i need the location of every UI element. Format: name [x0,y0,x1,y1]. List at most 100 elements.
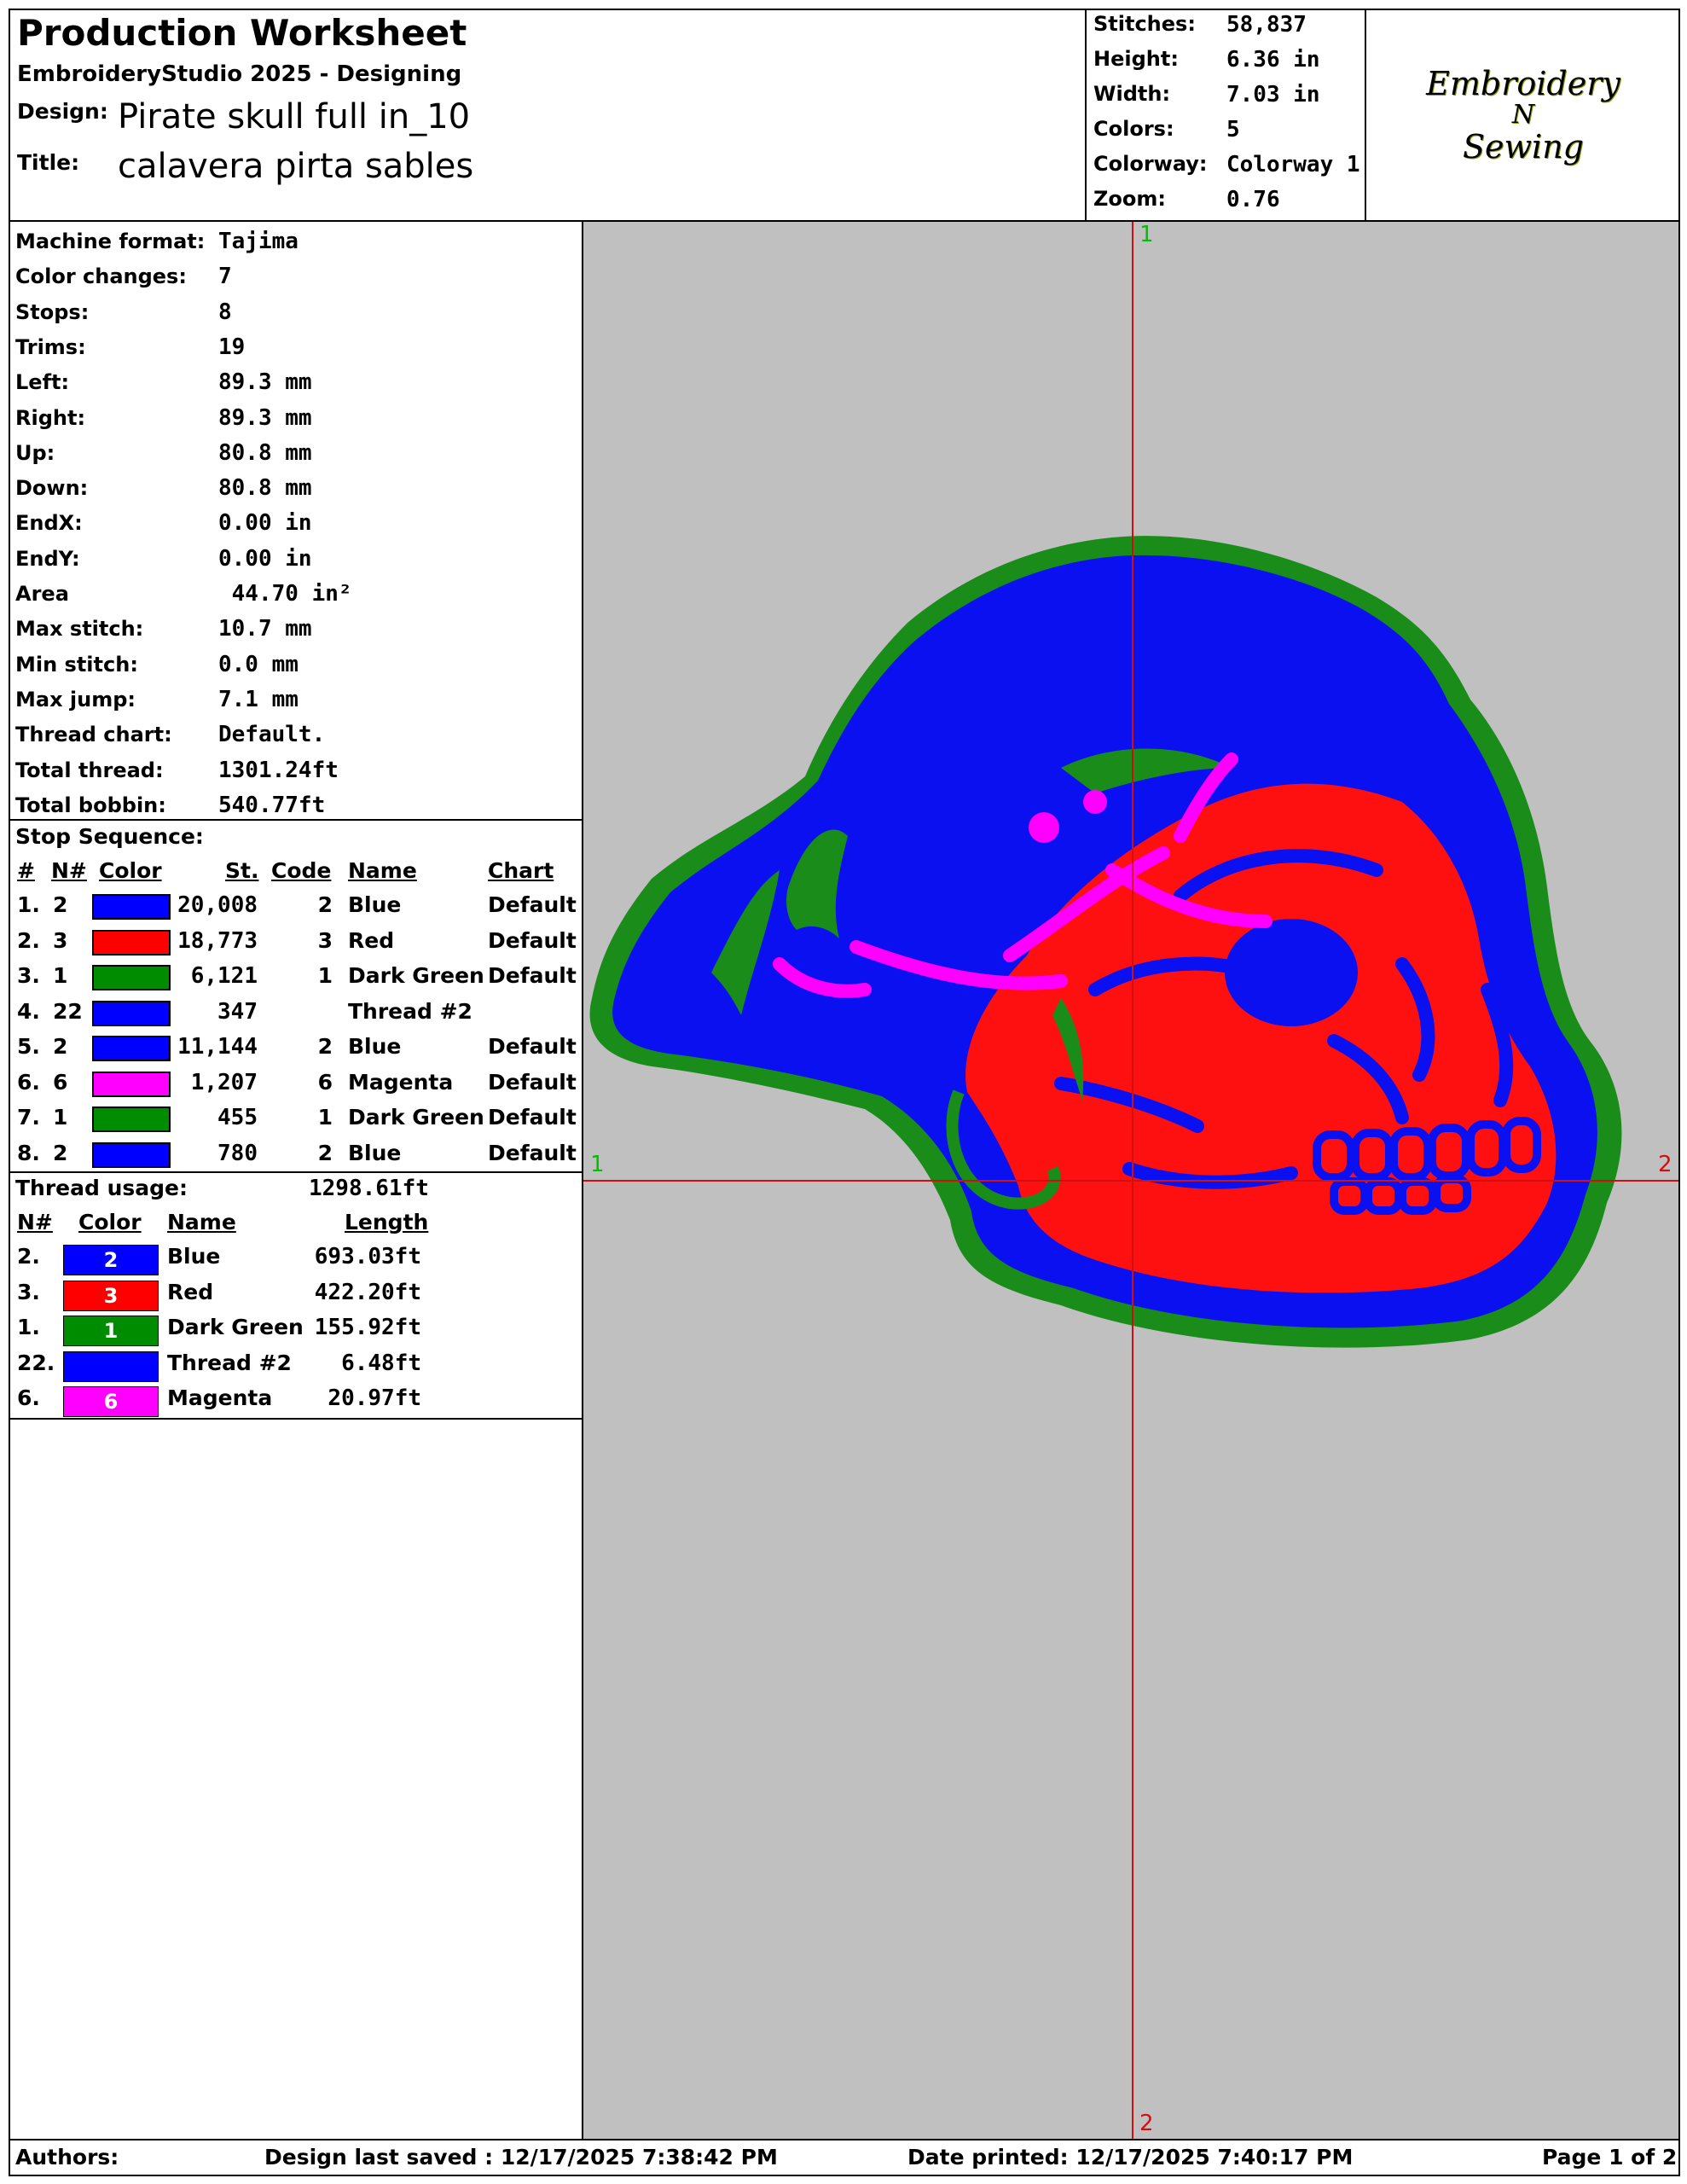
stop-stitches: 18,773 [177,927,258,954]
detail-row: EndX: 0.00 in [15,506,312,540]
usage-header-length: Length [345,1210,429,1234]
stop-stitches: 20,008 [177,892,258,918]
summary-label: Zoom: [1093,187,1166,211]
stop-num: 6. [17,1069,40,1095]
stop-color-swatch [92,1141,171,1168]
detail-value: 10.7 mm [218,616,312,642]
stop-header-st: St. [225,858,259,883]
software-name: EmbroideryStudio 2025 - Designing [17,61,462,87]
usage-thread-name: Magenta [167,1385,273,1410]
page-number: Page 1 of 2 [1542,2145,1678,2169]
design-title: calavera pirta sables [118,147,474,186]
stop-code: 2 [317,1034,333,1059]
usage-needle: 3. [17,1279,40,1304]
stop-color-swatch [92,1000,171,1026]
stop-code: 3 [317,927,333,953]
detail-row: Up: 80.8 mm [15,436,312,470]
summary-label: Colors: [1093,117,1174,141]
axis-marker-right: 2 [1658,1152,1673,1177]
detail-label: Total bobbin: [15,793,166,817]
stop-chart: Default [488,1034,577,1059]
stop-needle: 1 [53,963,68,988]
stop-num: 2. [17,927,40,953]
stop-stitches: 1,207 [190,1069,258,1095]
stop-thread-name: Thread #2 [348,998,472,1024]
detail-value: Tajima [218,229,299,254]
stop-num: 8. [17,1140,40,1165]
stop-num: 1. [17,892,40,917]
stop-thread-name: Blue [348,1140,402,1165]
detail-label: Min stitch: [15,652,138,677]
detail-row: Left: 89.3 mm [15,365,312,399]
stop-header-code: Code [271,858,332,883]
usage-header-color: Color [78,1210,142,1234]
stop-code: 6 [317,1069,333,1095]
logo-line-3: Sewing [1463,128,1584,166]
detail-row: Total bobbin: 540.77ft [15,788,325,822]
detail-row: Machine format: Tajima [15,224,299,258]
detail-row: Max stitch: 10.7 mm [15,612,312,646]
design-preview: 1 1 2 2 [582,220,1680,2140]
detail-label: Total thread: [15,758,164,782]
summary-label: Stitches: [1093,12,1196,36]
stop-stitches: 347 [217,998,258,1025]
stop-stitches: 780 [217,1140,258,1166]
usage-color-swatch: 1 [63,1316,159,1346]
thread-usage-total: 1298.61ft [309,1176,429,1201]
usage-length: 6.48ft [341,1350,421,1376]
detail-label: Trims: [15,334,86,359]
detail-label: Max stitch: [15,617,144,642]
stop-chart: Default [488,1069,577,1095]
stop-num: 5. [17,1034,40,1059]
saber-knot [1029,812,1059,843]
stop-color-swatch [92,1107,171,1132]
stop-color-swatch [92,894,171,920]
axis-marker-left: 1 [590,1152,605,1177]
detail-label: EndY: [15,546,80,571]
detail-row: Right: 89.3 mm [15,401,312,435]
usage-needle: 6. [17,1385,40,1410]
stop-stitches: 11,144 [177,1034,258,1060]
detail-value: 0.00 in [218,510,312,537]
stop-thread-name: Blue [348,1034,402,1059]
axis-marker-bottom: 2 [1139,2111,1154,2136]
detail-row: Total thread: 1301.24ft [15,753,339,787]
detail-row: Area 44.70 in² [15,577,352,611]
axis-marker-top: 1 [1139,222,1154,247]
detail-label: EndX: [15,511,83,536]
detail-value: 7.1 mm [218,686,299,712]
detail-row: Color changes: 7 [15,259,232,293]
usage-thread-name: Thread #2 [167,1350,292,1375]
date-printed: Date printed: 12/17/2025 7:40:17 PM [907,2145,1354,2169]
stop-thread-name: Dark Green [348,963,484,988]
design-name: Pirate skull full in_10 [118,97,471,136]
detail-value: 540.77ft [218,792,326,818]
detail-row: Min stitch: 0.0 mm [15,648,299,682]
usage-color-swatch: 2 [63,1245,159,1275]
summary-value: Colorway 1 [1226,152,1360,177]
detail-value: 0.0 mm [218,651,299,677]
preview-canvas [583,222,1678,2139]
usage-length: 155.92ft [314,1315,421,1340]
stop-code: 1 [317,1105,333,1130]
detail-label: Up: [15,440,55,465]
stop-needle: 1 [53,1105,68,1130]
stop-needle: 6 [53,1069,68,1095]
title-label: Title: [17,150,80,175]
stop-header-color: Color [99,858,162,883]
stop-color-swatch [92,929,171,956]
stop-needle: 2 [53,892,68,917]
stop-header-n: N# [51,858,87,883]
summary-label: Colorway: [1093,152,1208,176]
detail-value: Default. [218,722,326,748]
stop-chart: Default [488,892,577,917]
summary-value: 0.76 [1226,187,1280,212]
detail-row: Down: 80.8 mm [15,471,312,505]
stop-color-swatch [92,965,171,990]
design-label: Design: [17,99,108,124]
usage-length: 422.20ft [314,1279,421,1305]
detail-label: Left: [15,370,70,395]
usage-length: 693.03ft [314,1244,421,1269]
stop-header-chart: Chart [488,858,554,883]
detail-value: 0.00 in [218,545,312,572]
